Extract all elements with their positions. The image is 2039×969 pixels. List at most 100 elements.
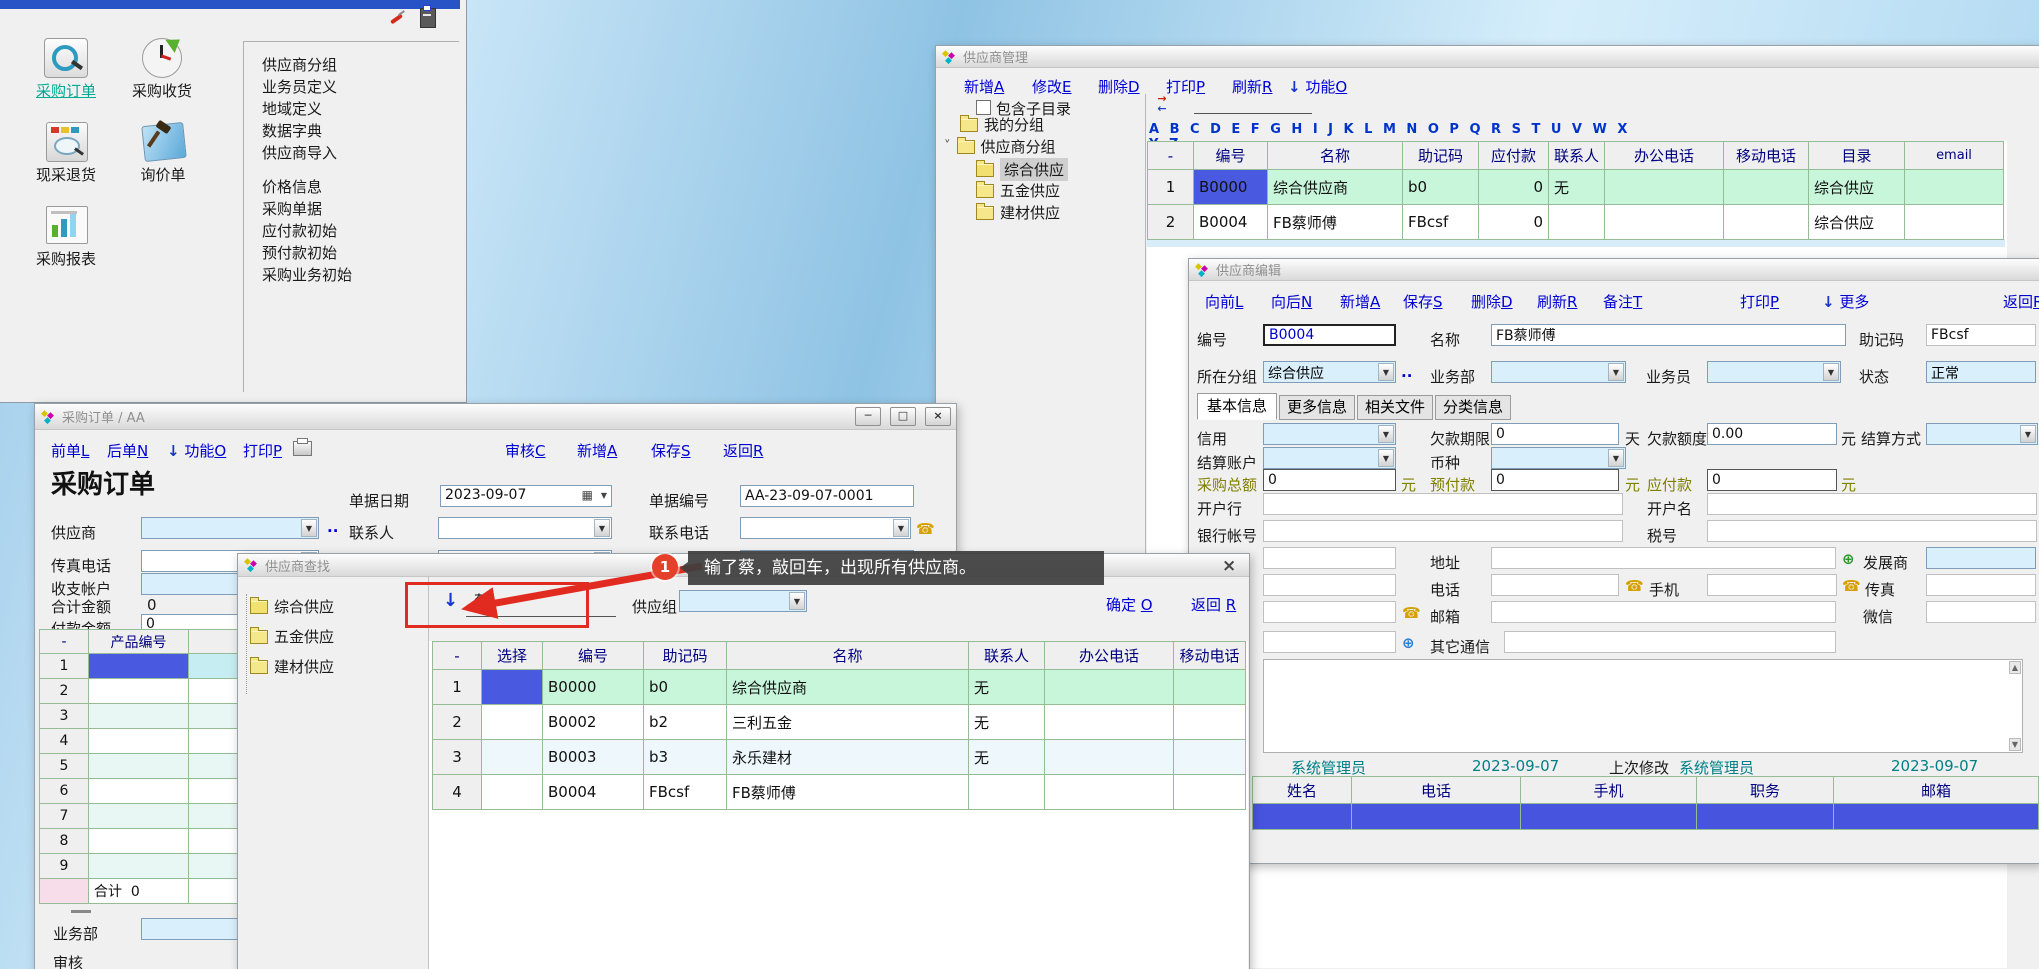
extra-field[interactable] — [1263, 601, 1396, 623]
wechat-field[interactable] — [1926, 601, 2036, 623]
bank-account-field[interactable] — [1263, 520, 1623, 542]
order-next-button[interactable]: 后单N — [107, 440, 148, 461]
shortcut-purchase-report[interactable]: 采购报表 — [24, 204, 108, 276]
mgr-edit-button[interactable]: 修改E — [1032, 76, 1072, 97]
tab-more-info[interactable]: 更多信息 — [1279, 395, 1355, 420]
group-combo[interactable]: 综合供应▼ — [1263, 361, 1396, 383]
shortcut-label[interactable]: 采购收货 — [120, 80, 204, 101]
purchase-total-field[interactable] — [1263, 469, 1396, 491]
order-item-row[interactable]: 9 — [40, 854, 251, 879]
contact-person-field[interactable] — [1263, 574, 1396, 596]
menu-item-supplier-group[interactable]: 供应商分组 — [262, 54, 337, 76]
fax-field[interactable] — [1926, 574, 2036, 596]
combo-arrow-icon[interactable]: ▼ — [1378, 363, 1394, 381]
search-back-button[interactable]: 返回 R — [1191, 594, 1236, 615]
debt-limit-field[interactable] — [1707, 423, 1837, 445]
edit-next-button[interactable]: 向后N — [1271, 291, 1312, 312]
combo-arrow-icon[interactable]: ▼ — [1608, 363, 1624, 381]
mgr-print-button[interactable]: 打印P — [1166, 76, 1205, 97]
debt-days-field[interactable] — [1491, 423, 1619, 445]
scroll-down-icon[interactable]: ▼ — [2009, 738, 2021, 751]
combo-arrow-icon[interactable]: ▼ — [893, 519, 909, 537]
order-item-row[interactable]: 3 — [40, 704, 251, 729]
combo-arrow-icon[interactable]: ▼ — [789, 592, 805, 610]
search-tree-hardware[interactable]: 五金供应 — [250, 626, 334, 647]
include-sub-checkbox[interactable] — [976, 100, 991, 115]
combo-arrow-icon[interactable]: ▼ — [1378, 425, 1394, 443]
edit-prev-button[interactable]: 向前L — [1205, 291, 1243, 312]
menu-item-data-dictionary[interactable]: 数据字典 — [262, 120, 322, 142]
order-item-row[interactable]: 8 — [40, 829, 251, 854]
mgr-filter-input[interactable] — [1194, 112, 1312, 114]
supplier-more-link[interactable]: .. — [327, 518, 338, 536]
edit-new-button[interactable]: 新增A — [1340, 291, 1380, 312]
dept-combo[interactable]: ▼ — [1491, 361, 1626, 383]
search-result-row[interactable]: 2B0002b2三利五金无 — [433, 705, 1246, 740]
order-item-row[interactable]: 5 — [40, 754, 251, 779]
menu-item-payable-init[interactable]: 应付款初始 — [262, 220, 337, 242]
settle-account-combo[interactable]: ▼ — [1263, 447, 1396, 469]
combo-arrow-icon[interactable]: ▼ — [1378, 449, 1394, 467]
tab-basic-info[interactable]: 基本信息 — [1197, 393, 1277, 420]
shortcut-return-goods[interactable]: 现采退货 — [24, 120, 108, 192]
tools-icon[interactable] — [388, 10, 406, 26]
combo-arrow-icon[interactable]: ▼ — [594, 519, 610, 537]
edit-refresh-button[interactable]: 刷新R — [1537, 291, 1577, 312]
code-field[interactable] — [1263, 324, 1396, 346]
shortcut-purchase-order[interactable]: 采购订单 — [24, 36, 108, 108]
order-new-button[interactable]: 新增A — [577, 440, 617, 461]
shortcut-label[interactable]: 采购报表 — [24, 248, 108, 269]
shortcut-label[interactable]: 采购订单 — [24, 80, 108, 101]
phone-combo[interactable]: ▼ — [740, 517, 911, 539]
minimize-button[interactable]: ─ — [855, 407, 881, 426]
mobile-field[interactable] — [1707, 574, 1837, 596]
shortcut-inquiry[interactable]: 询价单 — [123, 120, 203, 192]
status-field[interactable]: 正常 — [1926, 361, 2036, 383]
scroll-up-icon[interactable]: ▲ — [2009, 661, 2021, 674]
mnemonic-field[interactable] — [1926, 324, 2036, 346]
tree-item-my-group[interactable]: 我的分组 — [960, 114, 1044, 135]
remark-box[interactable]: ▲ ▼ — [1263, 659, 2023, 753]
combo-arrow-icon[interactable]: ▼ — [2020, 425, 2036, 443]
exit-door-icon[interactable] — [420, 8, 436, 28]
combo-arrow-icon[interactable]: ▼ — [601, 491, 607, 500]
tree-item-general-supply[interactable]: 综合供应 — [976, 158, 1068, 181]
order-item-row[interactable]: 2 — [40, 679, 251, 704]
menu-item-supplier-import[interactable]: 供应商导入 — [262, 142, 337, 164]
search-result-row[interactable]: 1B0000b0综合供应商无 — [433, 670, 1246, 705]
mgr-delete-button[interactable]: 删除D — [1098, 76, 1140, 97]
expander-icon[interactable]: ˅ — [944, 139, 951, 154]
extra-field2[interactable] — [1263, 631, 1396, 653]
shortcut-label[interactable]: 现采退货 — [24, 164, 108, 185]
tab-category-info[interactable]: 分类信息 — [1435, 395, 1511, 420]
order-back-button[interactable]: 返回R — [723, 440, 763, 461]
bank-name-field[interactable] — [1707, 493, 2037, 515]
search-tree-building[interactable]: 建材供应 — [250, 656, 334, 677]
order-item-row[interactable]: 1 — [40, 654, 251, 679]
contact-combo[interactable]: ▼ — [438, 517, 612, 539]
salesman-combo[interactable]: ▼ — [1707, 361, 1841, 383]
edit-print-button[interactable]: 打印P — [1740, 291, 1779, 312]
address-field[interactable] — [1491, 547, 1836, 569]
mgr-refresh-button[interactable]: 刷新R — [1232, 76, 1272, 97]
contacts-selected-row[interactable] — [1253, 804, 2039, 830]
menu-item-purchase-docs[interactable]: 采购单据 — [262, 198, 322, 220]
group-more-link[interactable]: .. — [1401, 363, 1412, 381]
tree-item-hardware-supply[interactable]: 五金供应 — [976, 180, 1060, 201]
restore-button[interactable]: □ — [890, 407, 916, 426]
tax-no-field[interactable] — [1707, 520, 2037, 542]
printer-icon[interactable] — [293, 441, 312, 456]
swap-arrows-icon[interactable]: →← — [1154, 94, 1170, 114]
settle-method-combo[interactable]: ▼ — [1926, 423, 2038, 445]
shortcut-purchase-receipt[interactable]: 采购收货 — [120, 36, 204, 108]
menu-item-price-info[interactable]: 价格信息 — [262, 176, 322, 198]
order-no-field[interactable] — [740, 485, 914, 507]
combo-arrow-icon[interactable]: ▼ — [301, 519, 317, 537]
phone-field[interactable] — [1491, 574, 1619, 596]
table-row[interactable]: 2B0004FB蔡师傅FBcsf0综合供应 — [1148, 205, 2004, 240]
edit-more-button[interactable]: ↓ 更多 — [1822, 291, 1869, 312]
search-tree-general[interactable]: 综合供应 — [250, 596, 334, 617]
date-field[interactable]: 2023-09-07▦▼ — [440, 485, 612, 507]
combo-arrow-icon[interactable]: ▼ — [1823, 363, 1839, 381]
email-field[interactable] — [1491, 601, 1836, 623]
